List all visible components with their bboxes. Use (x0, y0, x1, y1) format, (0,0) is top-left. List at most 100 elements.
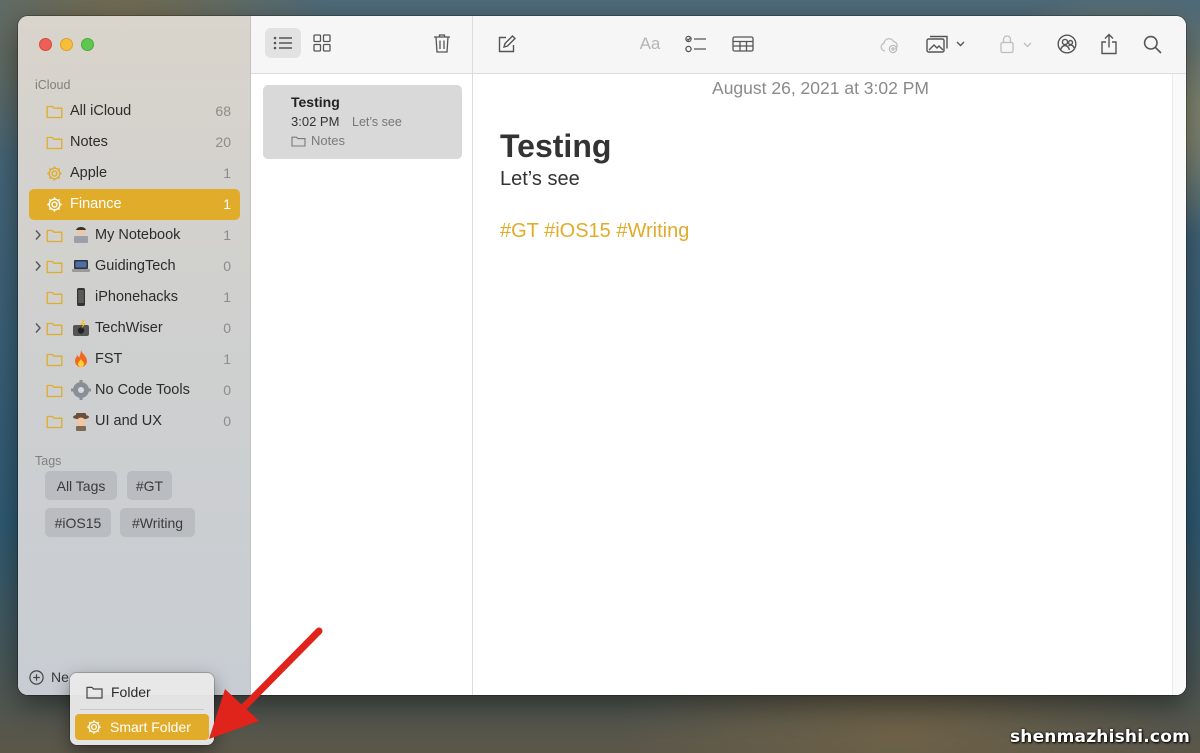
sidebar-folder-count: 1 (223, 289, 231, 305)
sidebar-folder-item[interactable]: My Notebook 1 (29, 220, 240, 251)
laptop-emoji (72, 260, 90, 272)
tag-gt[interactable]: #GT (127, 471, 172, 500)
menu-item-folder[interactable]: Folder (75, 679, 209, 705)
note-list-item[interactable]: Testing 3:02 PM Let’s see Notes (263, 85, 462, 159)
folder-icon (46, 260, 63, 274)
share-people-button[interactable] (1052, 29, 1082, 59)
folder-list: All iCloud 68 Notes 20 Apple 1 Finance 1 My Note… (29, 96, 240, 437)
folder-icon (46, 322, 63, 336)
sidebar-folder-count: 20 (215, 134, 231, 150)
new-folder-label: Ne (51, 669, 69, 685)
menu-item-smart-folder[interactable]: Smart Folder (75, 714, 209, 740)
sidebar-folder-item[interactable]: UI and UX 0 (29, 406, 240, 437)
sidebar-folder-item[interactable]: Finance 1 (29, 189, 240, 220)
note-item-time: 3:02 PM (291, 114, 340, 129)
sidebar-folder-label: FST (95, 351, 123, 367)
mobile-phone-emoji (77, 288, 85, 306)
share-button[interactable] (1094, 29, 1124, 59)
gallery-view-button[interactable] (307, 28, 337, 58)
editor-scrollbar[interactable] (1172, 74, 1186, 695)
note-list-pane: Testing 3:02 PM Let’s see Notes (251, 16, 473, 695)
person-laptop-emoji (74, 227, 88, 243)
disclosure-chevron-icon[interactable] (34, 322, 42, 334)
note-body-text[interactable]: Let’s see (500, 168, 580, 191)
checklist-icon (685, 35, 706, 53)
folder-icon (46, 105, 63, 119)
media-icon (926, 35, 965, 53)
disclosure-chevron-icon[interactable] (34, 229, 42, 241)
sidebar-folder-item[interactable]: iPhonehacks 1 (29, 282, 240, 313)
lock-icon (1000, 35, 1032, 54)
sidebar-folder-label: GuidingTech (95, 258, 176, 274)
menu-item-smart-folder-label: Smart Folder (110, 719, 191, 735)
note-title[interactable]: Testing (500, 128, 611, 165)
sidebar-folder-label: TechWiser (95, 320, 163, 336)
sidebar-folder-item[interactable]: Notes 20 (29, 127, 240, 158)
minimize-button[interactable] (60, 38, 73, 51)
sidebar-folder-item[interactable]: GuidingTech 0 (29, 251, 240, 282)
note-item-preview: Let’s see (352, 115, 402, 129)
detective-emoji (73, 413, 89, 431)
sidebar-folder-count: 1 (223, 227, 231, 243)
table-button[interactable] (728, 29, 758, 59)
collaborate-button[interactable] (874, 29, 904, 59)
delete-button[interactable] (427, 28, 457, 58)
disclosure-chevron-icon[interactable] (34, 260, 42, 272)
media-button[interactable] (923, 29, 969, 59)
zoom-button[interactable] (81, 38, 94, 51)
close-button[interactable] (39, 38, 52, 51)
tag-all-tags[interactable]: All Tags (45, 471, 117, 500)
fire-emoji (75, 350, 87, 367)
new-folder-button[interactable]: Ne (29, 669, 69, 685)
search-button[interactable] (1137, 29, 1167, 59)
note-editor: Aa August 26, 2021 at 3:02 PM Testing Le… (473, 16, 1186, 695)
compose-icon (498, 34, 516, 52)
gear-emoji (71, 380, 91, 400)
sidebar-folder-count: 0 (223, 413, 231, 429)
sidebar-folder-count: 1 (223, 196, 231, 212)
format-button[interactable]: Aa (633, 29, 667, 59)
sidebar-folder-item[interactable]: All iCloud 68 (29, 96, 240, 127)
folder-icon (46, 415, 63, 429)
window-controls (39, 38, 94, 51)
table-icon (732, 36, 754, 52)
sidebar-folder-item[interactable]: No Code Tools 0 (29, 375, 240, 406)
lock-button[interactable] (997, 29, 1039, 59)
folder-icon (46, 384, 63, 398)
folder-icon (46, 229, 63, 243)
sidebar-folder-label: All iCloud (70, 103, 132, 119)
note-list-toolbar (251, 16, 472, 74)
folder-icon (46, 353, 63, 367)
annotation-arrow (209, 627, 323, 739)
sidebar-folder-label: Apple (70, 165, 108, 181)
sidebar-folder-label: Finance (70, 196, 122, 212)
tag-ios15[interactable]: #iOS15 (45, 508, 111, 537)
sidebar-folder-label: Notes (70, 134, 108, 150)
sidebar-folder-label: iPhonehacks (95, 289, 179, 305)
new-folder-popup-menu: Folder Smart Folder (70, 673, 214, 745)
notes-window: iCloud All iCloud 68 Notes 20 Apple 1 Finance 1… (18, 16, 1186, 695)
sidebar-folder-item[interactable]: TechWiser 0 (29, 313, 240, 344)
share-people-icon (1057, 34, 1077, 54)
sidebar-folder-count: 0 (223, 320, 231, 336)
checklist-button[interactable] (681, 29, 711, 59)
list-view-button[interactable] (265, 28, 301, 58)
compose-button[interactable] (491, 29, 521, 59)
note-item-folder-label: Notes (311, 133, 345, 148)
note-tags[interactable]: #GT #iOS15 #Writing (500, 220, 689, 243)
sidebar-folder-item[interactable]: FST 1 (29, 344, 240, 375)
gallery-view-icon (313, 34, 331, 52)
icloud-section-label: iCloud (35, 78, 71, 92)
tags-section-label: Tags (35, 454, 62, 468)
plus-circle-icon (29, 669, 44, 685)
share-icon (1101, 33, 1117, 55)
folder-icon (46, 291, 63, 305)
folder-icon (86, 686, 103, 699)
sidebar-folder-count: 0 (223, 382, 231, 398)
list-view-icon (273, 36, 292, 50)
sidebar-folder-item[interactable]: Apple 1 (29, 158, 240, 189)
menu-separator (80, 709, 204, 710)
sidebar-folder-count: 1 (223, 165, 231, 181)
tag-writing[interactable]: #Writing (120, 508, 195, 537)
search-icon (1143, 35, 1162, 54)
